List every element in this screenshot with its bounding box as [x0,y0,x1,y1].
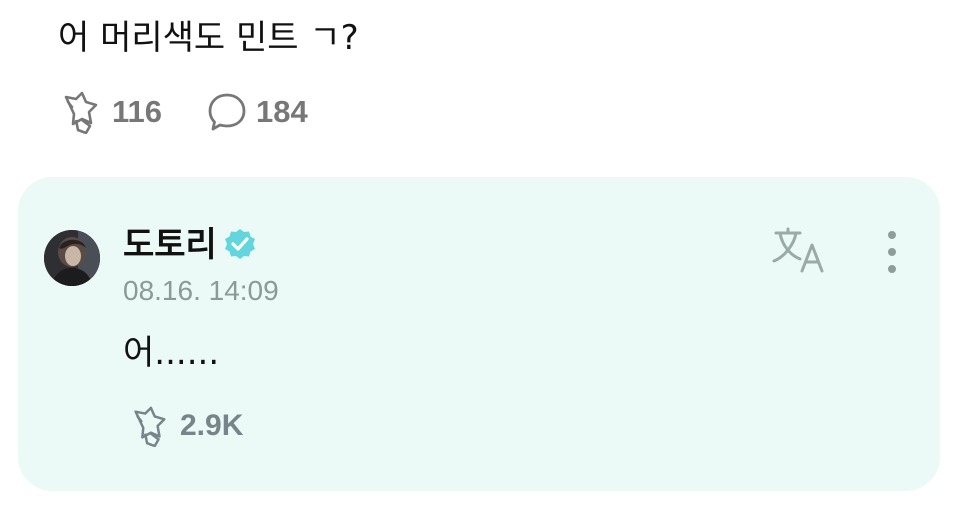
reply-like-count: 2.9K [180,409,244,442]
more-vertical-icon[interactable] [880,229,904,275]
star-burst-like-icon [134,406,166,447]
speech-bubble-icon [208,93,246,131]
translate-icon[interactable] [770,227,830,275]
post-stats: 116 184 [56,90,308,134]
post-like-button[interactable]: 116 [56,90,162,134]
avatar[interactable] [44,230,100,286]
verified-badge-icon [224,229,255,259]
post-text: 어 머리색도 민트 ㄱ? [58,18,359,58]
post-comment-count: 184 [256,94,308,129]
post-like-count: 116 [112,94,163,129]
avatar-image [44,230,100,286]
post-comment-button[interactable]: 184 [206,91,308,133]
reply-like-button[interactable]: 2.9K [126,405,243,447]
reply-stats: 2.9K [126,405,243,447]
reply-text: 어...... [123,333,220,373]
star-burst-like-icon [64,91,98,134]
author-row: 도토리 [123,223,257,267]
reply-card: 도토리 08.16. 14:09 어...... 2.9K [18,177,940,491]
author-name[interactable]: 도토리 [123,223,217,267]
reply-timestamp: 08.16. 14:09 [123,275,279,306]
